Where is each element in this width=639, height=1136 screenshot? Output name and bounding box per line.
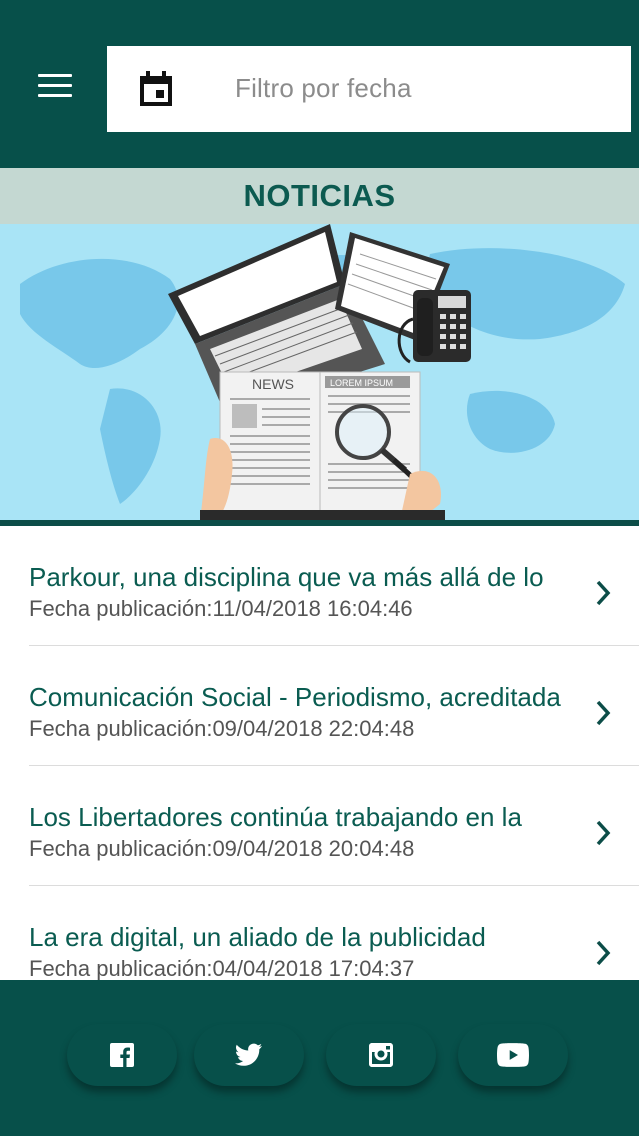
news-title: Los Libertadores continúa trabajando en …	[29, 802, 522, 832]
social-bar	[0, 980, 639, 1136]
news-date: Fecha publicación:09/04/2018 20:04:48	[29, 836, 415, 861]
twitter-icon	[235, 1043, 262, 1066]
instagram-button[interactable]	[326, 1024, 436, 1086]
news-list-item[interactable]: Los Libertadores continúa trabajando en …	[0, 766, 639, 886]
lorem-label: LOREM IPSUM	[330, 378, 393, 388]
news-title: Parkour, una disciplina que va más allá …	[29, 562, 544, 592]
facebook-icon	[110, 1043, 134, 1067]
youtube-icon	[497, 1043, 529, 1067]
news-date: Fecha publicación:04/04/2018 17:04:37	[29, 956, 415, 980]
news-list-item[interactable]: Comunicación Social - Periodismo, acredi…	[0, 646, 639, 766]
instagram-icon	[369, 1043, 393, 1067]
news-date: Fecha publicación:11/04/2018 16:04:46	[29, 596, 413, 621]
news-title: La era digital, un aliado de la publicid…	[29, 922, 486, 952]
page-title: NOTICIAS	[243, 178, 396, 213]
date-filter-field[interactable]: Filtro por fecha	[107, 46, 631, 132]
facebook-button[interactable]	[67, 1024, 177, 1086]
youtube-button[interactable]	[458, 1024, 568, 1086]
news-label: NEWS	[252, 376, 294, 392]
filter-placeholder: Filtro por fecha	[235, 73, 412, 103]
twitter-button[interactable]	[194, 1024, 304, 1086]
news-banner-illustration: NEWS LOREM IPSUM	[0, 224, 639, 520]
chevron-right-icon	[596, 940, 611, 966]
hamburger-icon	[38, 74, 72, 77]
top-app-bar: Filtro por fecha	[0, 0, 639, 168]
chevron-right-icon	[596, 820, 611, 846]
news-list: Parkour, una disciplina que va más allá …	[0, 526, 639, 980]
news-list-item[interactable]: La era digital, un aliado de la publicid…	[0, 886, 639, 980]
news-title: Comunicación Social - Periodismo, acredi…	[29, 682, 561, 712]
menu-button[interactable]	[38, 74, 76, 104]
news-list-item[interactable]: Parkour, una disciplina que va más allá …	[0, 526, 639, 646]
chevron-right-icon	[596, 700, 611, 726]
section-header: NOTICIAS	[0, 168, 639, 224]
calendar-icon	[140, 71, 172, 106]
news-illustration: NEWS LOREM IPSUM	[0, 224, 639, 520]
chevron-right-icon	[596, 580, 611, 606]
news-date: Fecha publicación:09/04/2018 22:04:48	[29, 716, 415, 741]
